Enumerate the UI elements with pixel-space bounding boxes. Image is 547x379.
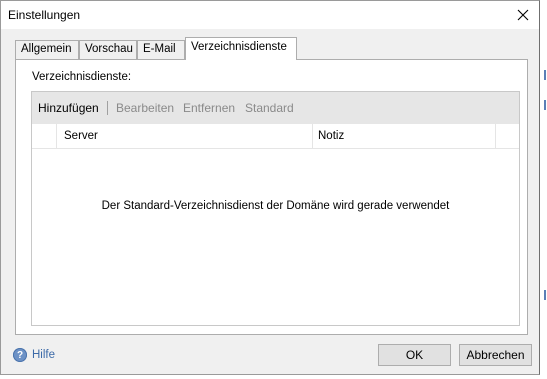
column-divider [495, 124, 496, 148]
title-bar: Einstellungen [1, 1, 539, 29]
directory-services-list: Hinzufügen Bearbeiten Entfernen Standard… [31, 91, 520, 326]
settings-dialog: Einstellungen Allgemein Vorschau E-Mail … [0, 0, 540, 375]
window-title: Einstellungen [8, 8, 81, 22]
desktop-edge-mark [544, 70, 546, 80]
help-label: Hilfe [32, 349, 56, 361]
column-divider [312, 124, 313, 148]
tab-panel: Verzeichnisdienste: Hinzufügen Bearbeite… [15, 59, 528, 335]
close-button[interactable] [507, 1, 539, 29]
default-button[interactable]: Standard [245, 101, 294, 115]
tab-allgemein[interactable]: Allgemein [15, 40, 79, 59]
toolbar-separator [107, 101, 108, 115]
column-header-notiz[interactable]: Notiz [318, 130, 344, 142]
edit-button[interactable]: Bearbeiten [116, 101, 174, 115]
help-icon: ? [13, 348, 27, 362]
ok-button[interactable]: OK [378, 344, 451, 366]
empty-list-message: Der Standard-Verzeichnisdienst der Domän… [101, 200, 450, 212]
remove-button[interactable]: Entfernen [183, 101, 235, 115]
section-label: Verzeichnisdienste: [32, 71, 132, 83]
list-toolbar: Hinzufügen Bearbeiten Entfernen Standard [32, 92, 519, 124]
add-button[interactable]: Hinzufügen [38, 101, 99, 115]
tab-email[interactable]: E-Mail [137, 40, 185, 59]
help-link[interactable]: ? Hilfe [13, 348, 55, 362]
tab-vorschau[interactable]: Vorschau [79, 40, 137, 59]
column-header-row: Server Notiz [32, 124, 519, 149]
close-icon [517, 9, 529, 21]
desktop-edge-mark [544, 290, 546, 300]
desktop-edge-mark [544, 100, 546, 110]
tab-verzeichnisdienste[interactable]: Verzeichnisdienste [185, 37, 297, 60]
desktop-background [540, 0, 547, 379]
column-divider [56, 124, 57, 148]
column-header-server[interactable]: Server [64, 130, 98, 142]
cancel-button[interactable]: Abbrechen [459, 344, 532, 366]
